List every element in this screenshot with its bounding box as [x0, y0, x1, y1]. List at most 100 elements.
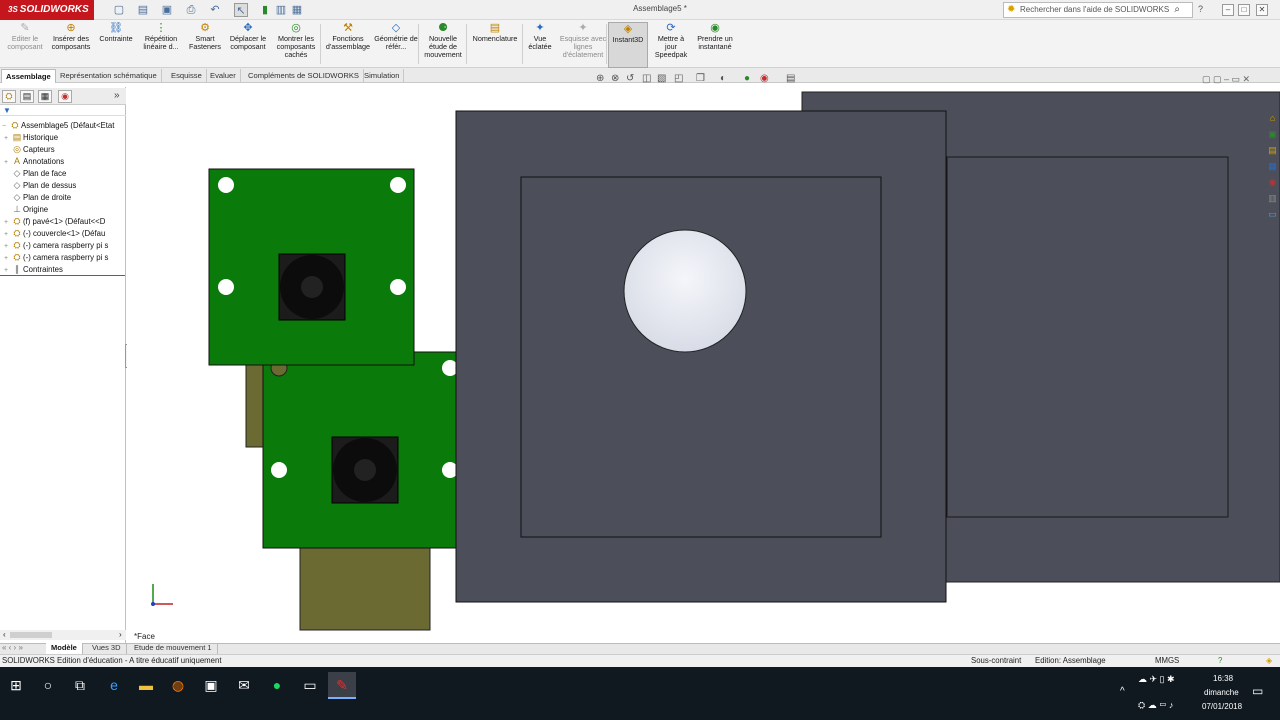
rebuild-icon[interactable]: ▮ [258, 3, 272, 17]
store-icon[interactable]: ▣ [197, 672, 225, 698]
section-view-icon[interactable]: ◫ [642, 72, 651, 86]
feature-manager-tab-icon[interactable]: ⛭ [2, 90, 16, 103]
previous-view-icon[interactable]: ↺ [626, 72, 634, 86]
appearances-icon[interactable]: ◉ [1266, 176, 1279, 189]
lens-hole[interactable] [623, 229, 747, 353]
bottom-tab-1[interactable]: Vues 3D [87, 643, 127, 654]
tree-item[interactable]: ◇ Plan de dessus [2, 179, 124, 191]
tree-item[interactable]: + ⛭ (-) camera raspberry pi s [2, 239, 124, 251]
solidworks-taskbar-icon[interactable]: ✎ [328, 672, 356, 698]
ribbon-button-show-hidden[interactable]: ◎ Montrer les composants cachés [272, 22, 320, 68]
tab-1[interactable]: Représentation schématique [56, 69, 162, 83]
select-cursor-icon[interactable]: ↖ [234, 3, 248, 17]
search-icon[interactable]: ⌕ [1174, 3, 1180, 17]
file-explorer-taskbar-icon[interactable]: ▬ [132, 672, 160, 698]
ribbon-button-explode-line[interactable]: ✦ Esquisse avec lignes d'éclatement [559, 22, 607, 68]
viewport-tile-icon[interactable]: ▢ ▢ ‒ ▭ ✕ [1202, 74, 1250, 85]
custom-properties-icon[interactable]: ▥ [1266, 192, 1279, 205]
front-gray-box[interactable] [455, 110, 947, 603]
minimize-window-button[interactable]: – [1222, 4, 1234, 16]
zoom-to-area-icon[interactable]: ⊗ [611, 72, 619, 86]
tab-3[interactable]: Evaluer [206, 69, 241, 83]
tray-icons-row-1[interactable]: ☁ ✈ ▯ ✱ [1138, 674, 1175, 685]
tree-item[interactable]: ◎ Capteurs [2, 143, 124, 155]
ribbon-button-smart-fasteners[interactable]: ⚙ Smart Fasteners [186, 22, 224, 68]
tree-expander-icon[interactable]: + [4, 241, 11, 251]
hide-show-items-icon[interactable]: ◐ [720, 72, 726, 86]
tree-expander-icon[interactable]: + [4, 229, 11, 239]
graphics-area[interactable] [127, 87, 1280, 643]
design-library-icon[interactable]: ▣ [1266, 128, 1279, 141]
display-style-icon[interactable]: ❒ [696, 72, 705, 86]
resources-icon[interactable]: ⌂ [1266, 112, 1279, 125]
scrollbar-thumb[interactable] [10, 632, 52, 638]
restore-window-button[interactable]: □ [1238, 4, 1250, 16]
close-window-button[interactable]: ✕ [1256, 4, 1268, 16]
ribbon-button-instant3d[interactable]: ◈ Instant3D [608, 22, 648, 68]
tab-0[interactable]: Assemblage [1, 69, 56, 83]
tree-item[interactable]: + A Annotations [2, 155, 124, 167]
tree-item[interactable]: + ⛭ (-) couvercle<1> (Défau [2, 227, 124, 239]
firefox-icon[interactable]: ◍ [164, 672, 192, 698]
spotify-icon[interactable]: ● [263, 672, 291, 698]
tree-expander-icon[interactable]: + [4, 217, 11, 227]
ribbon-button-speedpak[interactable]: ⟳ Mettre à jour Speedpak [652, 22, 690, 68]
help-search-input[interactable]: ✹ Rechercher dans l'aide de SOLIDWORKS ⌕ [1003, 2, 1193, 18]
ribbon-button-bom[interactable]: ▤ Nomenclature [468, 22, 522, 68]
mail-icon[interactable]: ✉ [230, 672, 258, 698]
cortana-icon[interactable]: ○ [34, 672, 62, 698]
tree-item[interactable]: ◇ Plan de droite [2, 191, 124, 203]
olive-connector-lower[interactable] [299, 546, 431, 631]
save-icon[interactable]: ▣ [160, 3, 174, 17]
tree-expander-icon[interactable]: − [2, 121, 9, 131]
view-palette-icon[interactable]: ▦ [1266, 160, 1279, 173]
print-icon[interactable]: ⎙ [184, 3, 198, 17]
edit-appearance-icon[interactable]: ● [744, 72, 750, 86]
window-app-icon[interactable]: ▭ [296, 672, 324, 698]
units-selector[interactable]: MMGS [1155, 655, 1179, 667]
ribbon-button-linear-pattern[interactable]: ⋮ Répétition linéaire d... [138, 22, 184, 68]
assembly-viewport[interactable] [127, 87, 1280, 643]
show-hidden-icons-icon[interactable]: ^ [1120, 686, 1125, 697]
expand-panel-icon[interactable]: » [114, 90, 120, 101]
task-view-icon[interactable]: ⧉ [66, 672, 94, 698]
undo-icon[interactable]: ↶ [208, 3, 222, 17]
configuration-manager-tab-icon[interactable]: ▦ [38, 90, 52, 103]
tree-item[interactable]: + ∥ Contraintes [2, 263, 124, 275]
tray-icons-row-2[interactable]: ⛭ ☁ ▭ ♪ [1138, 700, 1173, 711]
scroll-right-icon[interactable]: › [119, 630, 122, 639]
ribbon-button-insert-components[interactable]: ⊕ Insérer des composants [48, 22, 94, 68]
open-folder-icon[interactable]: ▤ [136, 3, 150, 17]
status-help-icon[interactable]: ? [1218, 655, 1222, 667]
view-orientation-icon[interactable]: ◰ [674, 72, 683, 86]
tree-item[interactable]: + ⛭ (-) camera raspberry pi s [2, 251, 124, 263]
options-icon[interactable]: ▦ [290, 3, 304, 17]
ribbon-button-motion-study[interactable]: ⚈ Nouvelle étude de mouvement [421, 22, 465, 68]
tree-expander-icon[interactable]: + [4, 253, 11, 263]
solidworks-logo[interactable]: 3S SOLIDWORKS [0, 0, 94, 20]
dynamic-annotation-icon[interactable]: ▧ [657, 72, 666, 86]
windows-start-icon[interactable]: ⊞ [2, 672, 30, 698]
tab-4[interactable]: Compléments de SOLIDWORKS [244, 69, 364, 83]
file-properties-icon[interactable]: ▥ [274, 3, 288, 17]
solidworks-forum-icon[interactable]: ▭ [1266, 208, 1279, 221]
tab-5[interactable]: Simulation [360, 69, 405, 83]
tree-expander-icon[interactable]: + [4, 157, 11, 167]
status-options-icon[interactable]: ◈ [1266, 655, 1272, 667]
property-manager-tab-icon[interactable]: ▤ [20, 90, 34, 103]
ribbon-button-assembly-features[interactable]: ⚒ Fonctions d'assemblage [322, 22, 374, 68]
tree-expander-icon[interactable]: + [4, 265, 11, 275]
clock-time[interactable]: 16:38 [1213, 674, 1233, 683]
tree-expander-icon[interactable]: + [4, 133, 11, 143]
ribbon-button-mate[interactable]: ⛓ Contrainte [95, 22, 137, 68]
tree-item[interactable]: + ⛭ (f) pavé<1> (Défaut<<D [2, 215, 124, 227]
help-icon[interactable]: ? [1198, 4, 1203, 14]
tree-item[interactable]: − ⛭ Assemblage5 (Défaut<Etat [2, 119, 124, 131]
ribbon-button-move-component[interactable]: ✥ Déplacer le composant [226, 22, 270, 68]
tree-item[interactable]: ◇ Plan de face [2, 167, 124, 179]
ribbon-button-reference-geometry[interactable]: ◇ Géométrie de référ... [374, 22, 418, 68]
ribbon-button-exploded-view[interactable]: ✦ Vue éclatée [524, 22, 556, 68]
ribbon-button-snapshot[interactable]: ◉ Prendre un instantané [694, 22, 736, 68]
tree-item[interactable]: + ▤ Historique [2, 131, 124, 143]
zoom-to-fit-icon[interactable]: ⊕ [596, 72, 604, 86]
